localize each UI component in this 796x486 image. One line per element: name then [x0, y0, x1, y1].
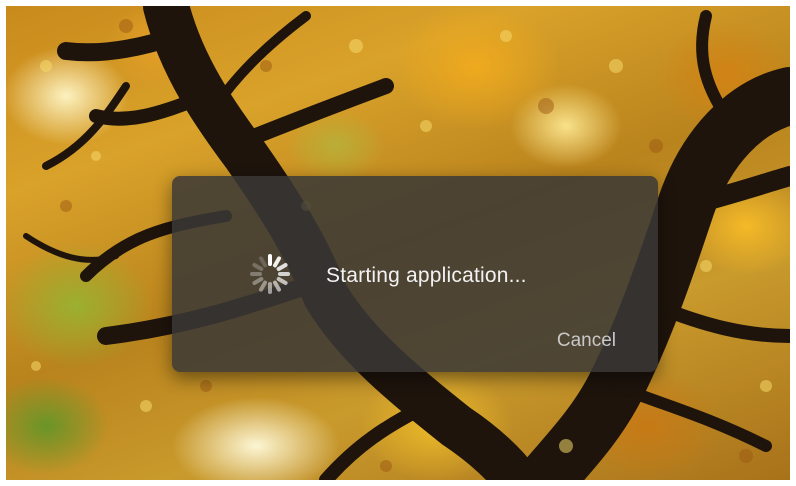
loading-spinner-icon	[250, 254, 290, 294]
loading-dialog: Starting application... Cancel	[172, 176, 658, 372]
cancel-button[interactable]: Cancel	[557, 330, 616, 352]
status-message: Starting application...	[326, 264, 527, 287]
desktop-wallpaper: Starting application... Cancel	[6, 6, 790, 480]
